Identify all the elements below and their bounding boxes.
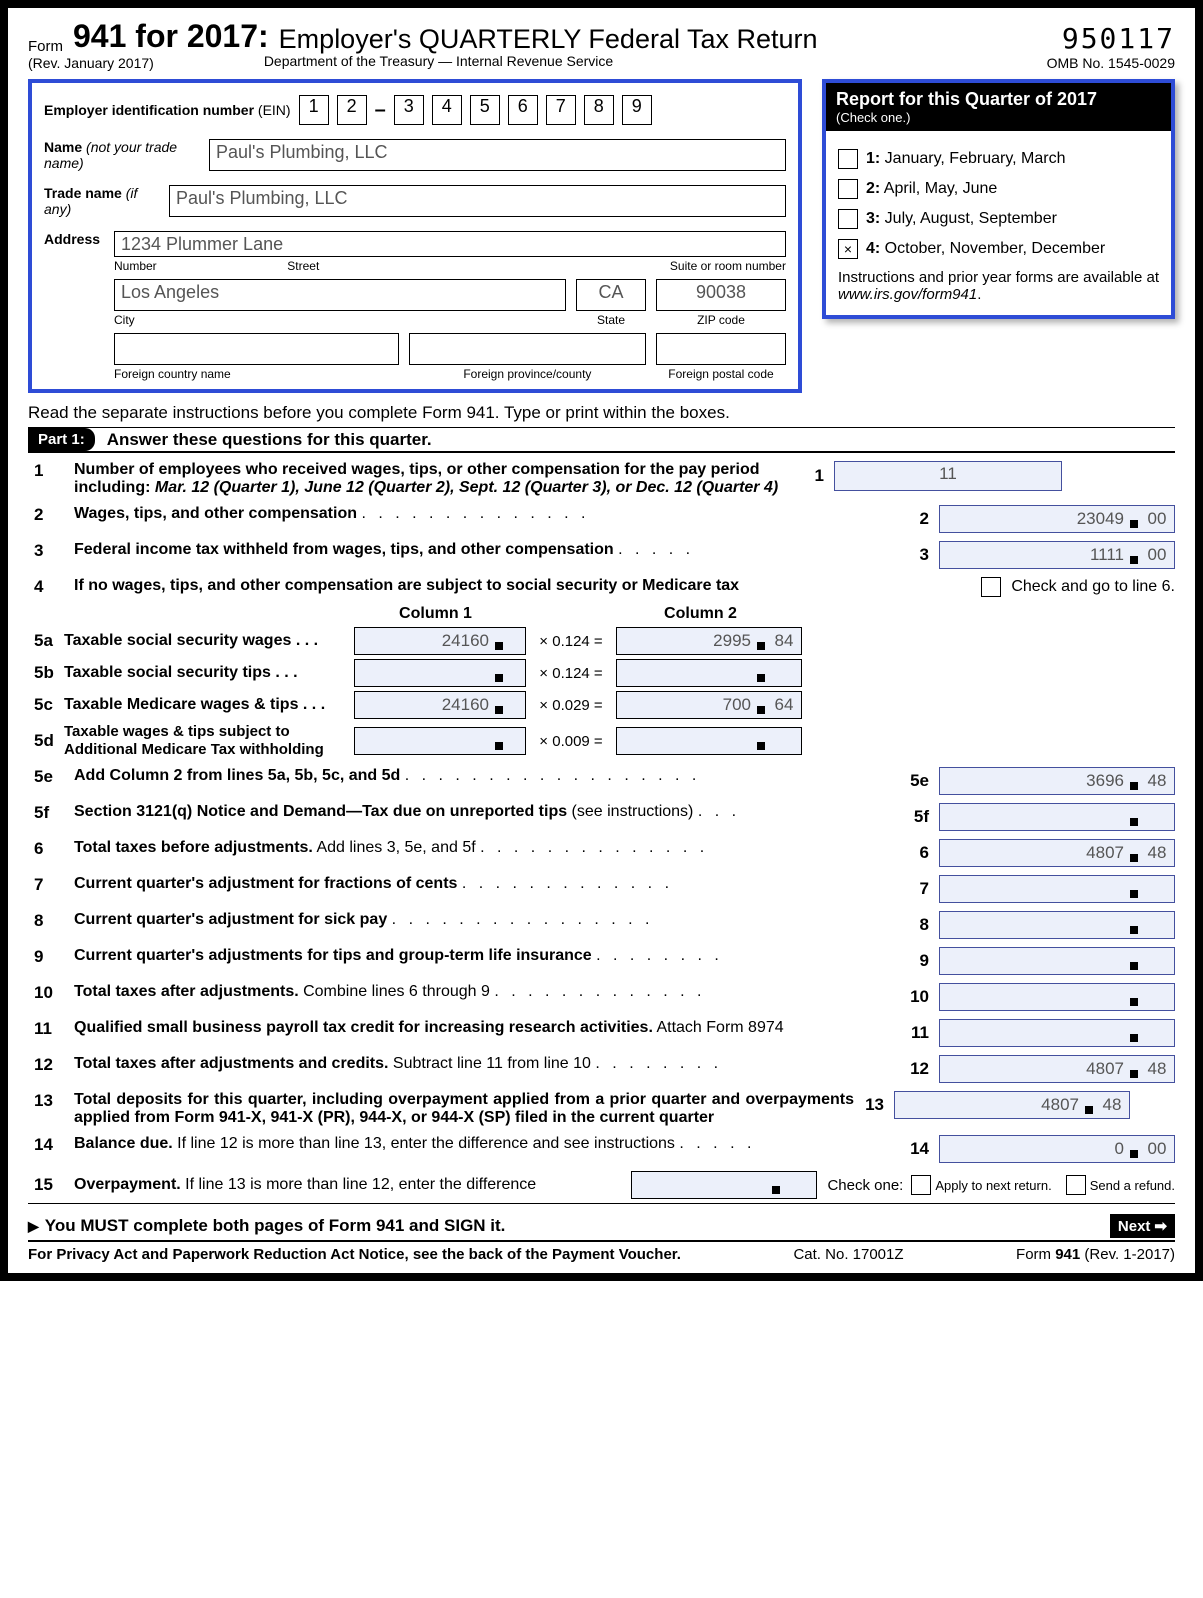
form-title: 941 for 2017: — [73, 18, 269, 55]
amount-field[interactable]: 480748 — [939, 839, 1175, 867]
arrow-icon: ▶ — [28, 1218, 39, 1234]
quarter-checkbox[interactable]: × — [838, 239, 858, 259]
quarter-checkbox[interactable] — [838, 179, 858, 199]
amount-field[interactable] — [939, 875, 1175, 903]
next-button[interactable]: Next➡ — [1110, 1214, 1175, 1238]
quarter-checkbox[interactable] — [838, 149, 858, 169]
amount-field[interactable]: 000 — [939, 1135, 1175, 1163]
foreign-province-field[interactable] — [409, 333, 646, 365]
amount-field[interactable]: 2304900 — [939, 505, 1175, 533]
amount-field[interactable] — [939, 1019, 1175, 1047]
amount-field[interactable]: 480748 — [939, 1055, 1175, 1083]
col2-field[interactable]: 70064 — [616, 691, 802, 719]
ein-digit[interactable]: 6 — [508, 95, 538, 125]
quarter-title: Report for this Quarter of 2017 — [836, 89, 1161, 110]
amount-field[interactable]: 480748 — [894, 1091, 1130, 1119]
ocr-code: 950117 — [1047, 22, 1175, 55]
form-subtitle: Employer's QUARTERLY Federal Tax Return — [279, 24, 818, 55]
city-field[interactable]: Los Angeles — [114, 279, 566, 311]
trade-name-field[interactable]: Paul's Plumbing, LLC — [169, 185, 786, 217]
quarter-checkbox[interactable] — [838, 209, 858, 229]
ein-digit[interactable]: 9 — [622, 95, 652, 125]
state-field[interactable]: CA — [576, 279, 646, 311]
amount-field[interactable] — [939, 911, 1175, 939]
amount-field[interactable] — [939, 983, 1175, 1011]
apply-next-return-checkbox[interactable] — [911, 1175, 931, 1195]
line-1-value[interactable]: 11 — [834, 461, 1062, 491]
street-field[interactable]: 1234 Plummer Lane — [114, 231, 786, 257]
form-941-page: Form 941 for 2017: Employer's QUARTERLY … — [0, 0, 1203, 1281]
col2-field[interactable] — [616, 727, 802, 755]
line-15-amount[interactable] — [631, 1171, 817, 1199]
ein-digit[interactable]: 5 — [470, 95, 500, 125]
line-4-checkbox[interactable] — [981, 577, 1001, 597]
ein-digit[interactable]: 1 — [299, 95, 329, 125]
header: Form 941 for 2017: Employer's QUARTERLY … — [28, 18, 1175, 71]
foreign-postal-field[interactable] — [656, 333, 786, 365]
zip-field[interactable]: 90038 — [656, 279, 786, 311]
amount-field[interactable]: 369648 — [939, 767, 1175, 795]
instructions-line: Read the separate instructions before yo… — [28, 403, 1175, 423]
amount-field[interactable]: 111100 — [939, 541, 1175, 569]
col1-field[interactable] — [354, 727, 526, 755]
quarter-box: Report for this Quarter of 2017 (Check o… — [822, 79, 1175, 319]
arrow-right-icon: ➡ — [1154, 1217, 1167, 1235]
revision: (Rev. January 2017) — [28, 55, 154, 71]
amount-field[interactable] — [939, 803, 1175, 831]
send-refund-checkbox[interactable] — [1066, 1175, 1086, 1195]
ein-label: Employer identification number — [44, 102, 254, 118]
ein-digit[interactable]: 7 — [546, 95, 576, 125]
omb-number: OMB No. 1545-0029 — [1047, 55, 1175, 71]
col1-field[interactable]: 24160 — [354, 627, 526, 655]
ein-digit[interactable]: 4 — [432, 95, 462, 125]
footer: For Privacy Act and Paperwork Reduction … — [28, 1246, 1175, 1263]
col2-field[interactable]: 299584 — [616, 627, 802, 655]
ein-digit[interactable]: 2 — [337, 95, 367, 125]
ein-digit[interactable]: 8 — [584, 95, 614, 125]
employer-info-box: Employer identification number (EIN) 1 2… — [28, 79, 802, 393]
part-1-header: Part 1: Answer these questions for this … — [28, 427, 1175, 453]
col1-field[interactable] — [354, 659, 526, 687]
amount-field[interactable] — [939, 947, 1175, 975]
form-word: Form — [28, 38, 63, 55]
ein-digit[interactable]: 3 — [394, 95, 424, 125]
department: Department of the Treasury — Internal Re… — [264, 53, 613, 71]
col1-field[interactable]: 24160 — [354, 691, 526, 719]
name-field[interactable]: Paul's Plumbing, LLC — [209, 139, 786, 171]
address-label: Address — [44, 231, 104, 381]
col2-field[interactable] — [616, 659, 802, 687]
foreign-country-field[interactable] — [114, 333, 399, 365]
